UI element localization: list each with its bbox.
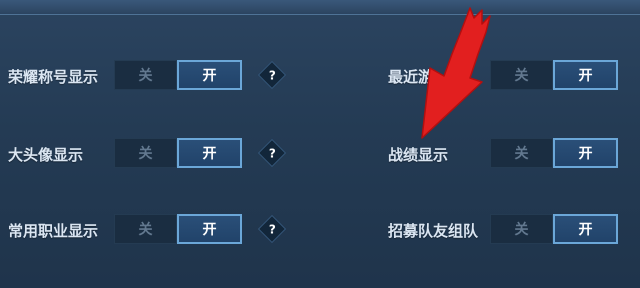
honor-title-on-button[interactable]: 开 [177, 60, 242, 90]
battle-record-on-button[interactable]: 开 [553, 138, 618, 168]
common-role-off-button[interactable]: 关 [114, 214, 177, 244]
setting-label-recent-game-party: 最近游 [388, 68, 434, 86]
recruit-teammates-on-button[interactable]: 开 [553, 214, 618, 244]
top-frame [0, 0, 640, 15]
recent-game-party-off-button[interactable]: 关 [490, 60, 553, 90]
recent-game-party-on-button[interactable]: 开 [553, 60, 618, 90]
setting-label-honor-title: 荣耀称号显示 [8, 68, 99, 86]
setting-label-common-role: 常用职业显示 [8, 222, 99, 240]
common-role-toggle[interactable]: 关 开 [114, 214, 242, 244]
common-role-on-button[interactable]: 开 [177, 214, 242, 244]
recruit-teammates-toggle[interactable]: 关 开 [490, 214, 618, 244]
honor-title-off-button[interactable]: 关 [114, 60, 177, 90]
battle-record-off-button[interactable]: 关 [490, 138, 553, 168]
help-glyph: ? [268, 222, 276, 236]
big-avatar-help-icon[interactable]: ? [257, 138, 287, 168]
honor-title-help-icon[interactable]: ? [257, 60, 287, 90]
setting-label-battle-record: 战绩显示 [388, 146, 449, 164]
big-avatar-toggle[interactable]: 关 开 [114, 138, 242, 168]
big-avatar-on-button[interactable]: 开 [177, 138, 242, 168]
battle-record-toggle[interactable]: 关 开 [490, 138, 618, 168]
common-role-help-icon[interactable]: ? [257, 214, 287, 244]
setting-label-big-avatar: 大头像显示 [8, 146, 84, 164]
recruit-teammates-off-button[interactable]: 关 [490, 214, 553, 244]
honor-title-toggle[interactable]: 关 开 [114, 60, 242, 90]
help-glyph: ? [268, 68, 276, 82]
help-glyph: ? [268, 146, 276, 160]
recent-game-party-toggle[interactable]: 关 开 [490, 60, 618, 90]
setting-label-recruit-teammates: 招募队友组队 [388, 222, 479, 240]
big-avatar-off-button[interactable]: 关 [114, 138, 177, 168]
